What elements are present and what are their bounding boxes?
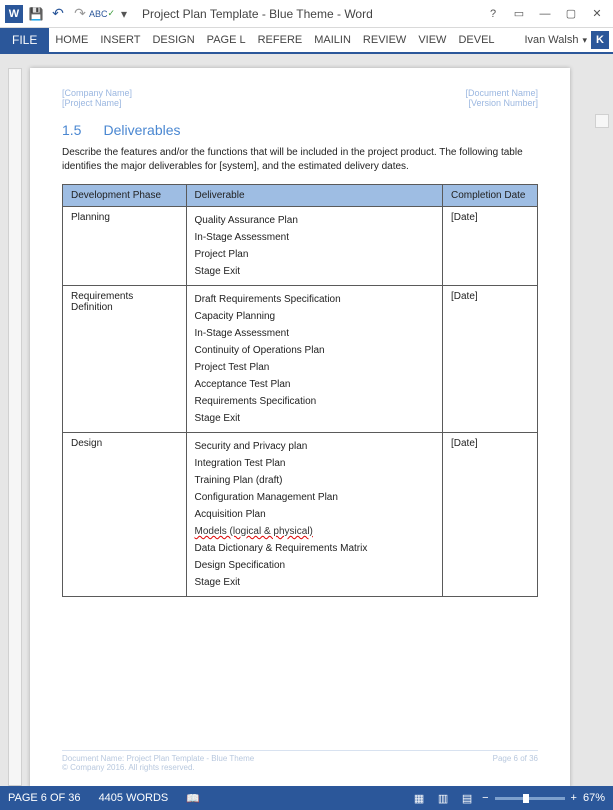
cell-deliverables: Security and Privacy planIntegration Tes… [186,433,443,597]
maximize-icon[interactable]: ▢ [559,4,583,24]
list-item: Draft Requirements Specification [195,291,435,308]
ribbon-display-icon[interactable]: ▭ [507,4,531,24]
list-item: In-Stage Assessment [195,325,435,342]
cell-date: [Date] [443,433,538,597]
section-heading: 1.5 Deliverables [62,122,538,138]
header-company: [Company Name] [62,88,132,98]
list-item: Models (logical & physical) [195,523,435,540]
tab-design[interactable]: DESIGN [146,28,200,52]
list-item: Quality Assurance Plan [195,212,435,229]
user-name: Ivan Walsh [524,34,578,46]
list-item: Requirements Specification [195,393,435,410]
ribbon-tabs: FILE HOME INSERT DESIGN PAGE L REFERE MA… [0,28,613,54]
status-page[interactable]: PAGE 6 OF 36 [8,792,81,804]
list-item: Project Test Plan [195,359,435,376]
section-title-text: Deliverables [103,122,180,138]
spellcheck-icon[interactable]: ABC✓ [92,4,112,24]
document-title: Project Plan Template - Blue Theme - Wor… [134,7,481,21]
deliverables-table: Development Phase Deliverable Completion… [62,184,538,597]
list-item: Training Plan (draft) [195,472,435,489]
cell-deliverables: Quality Assurance PlanIn-Stage Assessmen… [186,207,443,286]
cell-phase: Requirements Definition [63,286,187,433]
user-account[interactable]: Ivan Walsh ▾ K [524,31,613,49]
zoom-level[interactable]: 67% [583,792,605,804]
vertical-ruler[interactable] [8,68,22,786]
page-header: [Company Name] [Project Name] [Document … [62,88,538,108]
document-page[interactable]: [Company Name] [Project Name] [Document … [30,68,570,786]
list-item: Integration Test Plan [195,455,435,472]
page-footer: Document Name: Project Plan Template - B… [62,750,538,772]
footer-copyright: © Company 2016. All rights reserved. [62,763,254,772]
list-item: Continuity of Operations Plan [195,342,435,359]
header-version: [Version Number] [465,98,538,108]
col-deliverable: Deliverable [186,185,443,207]
list-item: Configuration Management Plan [195,489,435,506]
footer-docname: Document Name: Project Plan Template - B… [62,754,254,763]
section-number: 1.5 [62,122,81,138]
section-body: Describe the features and/or the functio… [62,146,538,174]
list-item: Acceptance Test Plan [195,376,435,393]
tab-home[interactable]: HOME [49,28,94,52]
header-docname: [Document Name] [465,88,538,98]
user-badge: K [591,31,609,49]
cell-deliverables: Draft Requirements SpecificationCapacity… [186,286,443,433]
undo-icon[interactable]: ↶ [48,4,68,24]
save-icon[interactable]: 💾 [26,4,46,24]
table-row: DesignSecurity and Privacy planIntegrati… [63,433,538,597]
cell-date: [Date] [443,207,538,286]
tab-page-layout[interactable]: PAGE L [201,28,252,52]
list-item: Design Specification [195,557,435,574]
ruler-corner [595,114,609,128]
footer-page-number: Page 6 of 36 [493,754,538,772]
read-mode-icon[interactable]: ▦ [410,791,428,805]
zoom-in-icon[interactable]: + [571,792,577,804]
header-project: [Project Name] [62,98,132,108]
minimize-icon[interactable]: — [533,4,557,24]
word-app-icon[interactable]: W [4,4,24,24]
status-bar: PAGE 6 OF 36 4405 WORDS 📖 ▦ ▥ ▤ − + 67% [0,786,613,810]
proofing-icon[interactable]: 📖 [186,792,200,805]
list-item: Capacity Planning [195,308,435,325]
zoom-slider[interactable] [495,797,565,800]
print-layout-icon[interactable]: ▥ [434,791,452,805]
zoom-out-icon[interactable]: − [482,792,488,804]
close-icon[interactable]: ✕ [585,4,609,24]
cell-phase: Design [63,433,187,597]
document-area: [Company Name] [Project Name] [Document … [0,54,613,786]
table-row: Requirements DefinitionDraft Requirement… [63,286,538,433]
qat-customize-icon[interactable]: ▾ [114,4,134,24]
col-phase: Development Phase [63,185,187,207]
table-row: PlanningQuality Assurance PlanIn-Stage A… [63,207,538,286]
tab-view[interactable]: VIEW [412,28,452,52]
cell-date: [Date] [443,286,538,433]
tab-insert[interactable]: INSERT [94,28,146,52]
list-item: Project Plan [195,246,435,263]
help-icon[interactable]: ? [481,4,505,24]
tab-review[interactable]: REVIEW [357,28,412,52]
tab-developer[interactable]: DEVEL [452,28,500,52]
col-date: Completion Date [443,185,538,207]
file-tab[interactable]: FILE [0,28,49,52]
cell-phase: Planning [63,207,187,286]
table-header-row: Development Phase Deliverable Completion… [63,185,538,207]
web-layout-icon[interactable]: ▤ [458,791,476,805]
tab-mailings[interactable]: MAILIN [308,28,357,52]
tab-references[interactable]: REFERE [252,28,309,52]
list-item: Data Dictionary & Requirements Matrix [195,540,435,557]
window-controls: ? ▭ — ▢ ✕ [481,4,609,24]
list-item: Stage Exit [195,410,435,427]
redo-icon[interactable]: ↷ [70,4,90,24]
list-item: In-Stage Assessment [195,229,435,246]
list-item: Stage Exit [195,574,435,591]
status-word-count[interactable]: 4405 WORDS [99,792,169,804]
quick-access-toolbar: W 💾 ↶ ↷ ABC✓ ▾ [4,4,134,24]
list-item: Acquisition Plan [195,506,435,523]
list-item: Security and Privacy plan [195,438,435,455]
list-item: Stage Exit [195,263,435,280]
title-bar: W 💾 ↶ ↷ ABC✓ ▾ Project Plan Template - B… [0,0,613,28]
